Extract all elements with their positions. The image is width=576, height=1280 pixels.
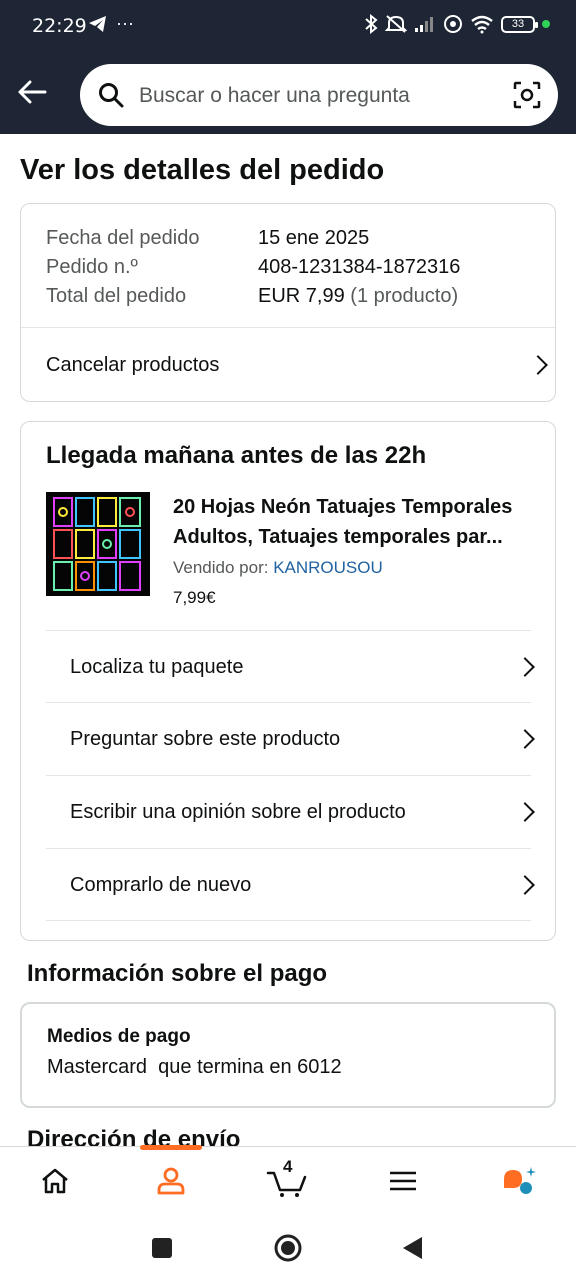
sold-by: Vendido por: KANROUSOU: [173, 558, 383, 578]
home-tab[interactable]: [35, 1161, 75, 1201]
product-title[interactable]: 20 Hojas Neón Tatuajes Temporales Adulto…: [173, 492, 543, 552]
app-header: Buscar o hacer una pregunta: [0, 54, 576, 134]
back-system-button[interactable]: [398, 1234, 426, 1262]
home-icon: [42, 1168, 68, 1194]
chevron-right-icon: [515, 875, 535, 895]
order-number-label: Pedido n.º: [46, 256, 138, 278]
track-package-row[interactable]: Localiza tu paquete: [21, 631, 555, 703]
menu-icon: [390, 1171, 416, 1191]
buy-again-label: Comprarlo de nuevo: [70, 873, 252, 896]
chevron-right-icon: [515, 802, 535, 822]
camera-search-icon[interactable]: [512, 80, 542, 110]
ask-question-row[interactable]: Preguntar sobre este producto: [21, 703, 555, 775]
search-input[interactable]: Buscar o hacer una pregunta: [139, 84, 410, 108]
search-bar[interactable]: Buscar o hacer una pregunta: [80, 64, 558, 126]
chevron-right-icon: [515, 657, 535, 677]
back-arrow-icon: [18, 80, 47, 104]
sold-by-label: Vendido por:: [173, 558, 269, 577]
payment-card: Medios de pago Mastercard que termina en…: [20, 1002, 556, 1108]
order-total-amount: EUR 7,99: [258, 285, 345, 307]
payment-method-label: Medios de pago: [47, 1026, 191, 1047]
mute-icon: [385, 15, 407, 33]
search-icon: [99, 83, 124, 108]
cancel-products-label: Cancelar productos: [46, 353, 220, 376]
order-number-value: 408-1231384-1872316: [258, 256, 461, 278]
home-button[interactable]: [274, 1234, 302, 1262]
back-button[interactable]: [14, 74, 50, 110]
wifi-icon: [471, 15, 493, 34]
order-date-value: 15 ene 2025: [258, 227, 370, 249]
order-summary-card: Fecha del pedido 15 ene 2025 Pedido n.º …: [20, 203, 556, 402]
rufus-icon: [504, 1167, 536, 1194]
account-icon: [157, 1167, 185, 1195]
neon-tattoo-image: [46, 492, 150, 596]
hotspot-icon: [444, 15, 462, 33]
recents-button[interactable]: [148, 1234, 176, 1262]
active-tab-indicator: [140, 1145, 202, 1150]
seller-link[interactable]: KANROUSOU: [273, 558, 383, 577]
divider: [46, 920, 531, 921]
triangle-back-icon: [403, 1237, 422, 1259]
shipment-card: Llegada mañana antes de las 22h 20 Hojas…: [20, 421, 556, 941]
order-total-count: (1 producto): [350, 285, 459, 307]
privacy-dot: [542, 20, 550, 28]
buy-again-row[interactable]: Comprarlo de nuevo: [21, 849, 555, 921]
menu-tab[interactable]: [383, 1161, 423, 1201]
signal-icon: [415, 17, 433, 32]
bottom-nav: 4: [0, 1145, 576, 1216]
ask-question-label: Preguntar sobre este producto: [70, 727, 341, 750]
system-nav-bar: [0, 1216, 576, 1280]
overflow-dots: ···: [116, 13, 134, 33]
write-review-row[interactable]: Escribir una opinión sobre el producto: [21, 776, 555, 848]
account-tab[interactable]: [151, 1161, 191, 1201]
arrival-status: Llegada mañana antes de las 22h: [46, 442, 427, 469]
page-title: Ver los detalles del pedido: [20, 154, 385, 186]
payment-method-value: Mastercard que termina en 6012: [47, 1056, 342, 1078]
order-total-value: EUR 7,99 (1 producto): [258, 282, 458, 311]
telegram-icon: [89, 15, 106, 32]
chevron-right-icon: [528, 355, 548, 375]
bluetooth-icon: [365, 14, 378, 34]
circle-icon: [274, 1234, 302, 1262]
order-total-label: Total del pedido: [46, 285, 187, 307]
order-date-label: Fecha del pedido: [46, 227, 200, 249]
cart-tab[interactable]: 4: [265, 1157, 309, 1201]
battery-icon: 33: [501, 15, 538, 33]
product-price: 7,99€: [173, 588, 216, 607]
write-review-label: Escribir una opinión sobre el producto: [70, 800, 406, 823]
square-icon: [152, 1238, 172, 1258]
rufus-tab[interactable]: [500, 1161, 540, 1201]
status-time: 22:29: [32, 15, 87, 37]
chevron-right-icon: [515, 729, 535, 749]
payment-section-title: Información sobre el pago: [27, 960, 328, 987]
status-bar: 22:29 ··· 33: [0, 0, 576, 54]
product-thumbnail[interactable]: [46, 492, 150, 596]
cart-count: 4: [283, 1157, 293, 1176]
cancel-products-row[interactable]: Cancelar productos: [21, 328, 555, 402]
track-package-label: Localiza tu paquete: [70, 655, 244, 678]
